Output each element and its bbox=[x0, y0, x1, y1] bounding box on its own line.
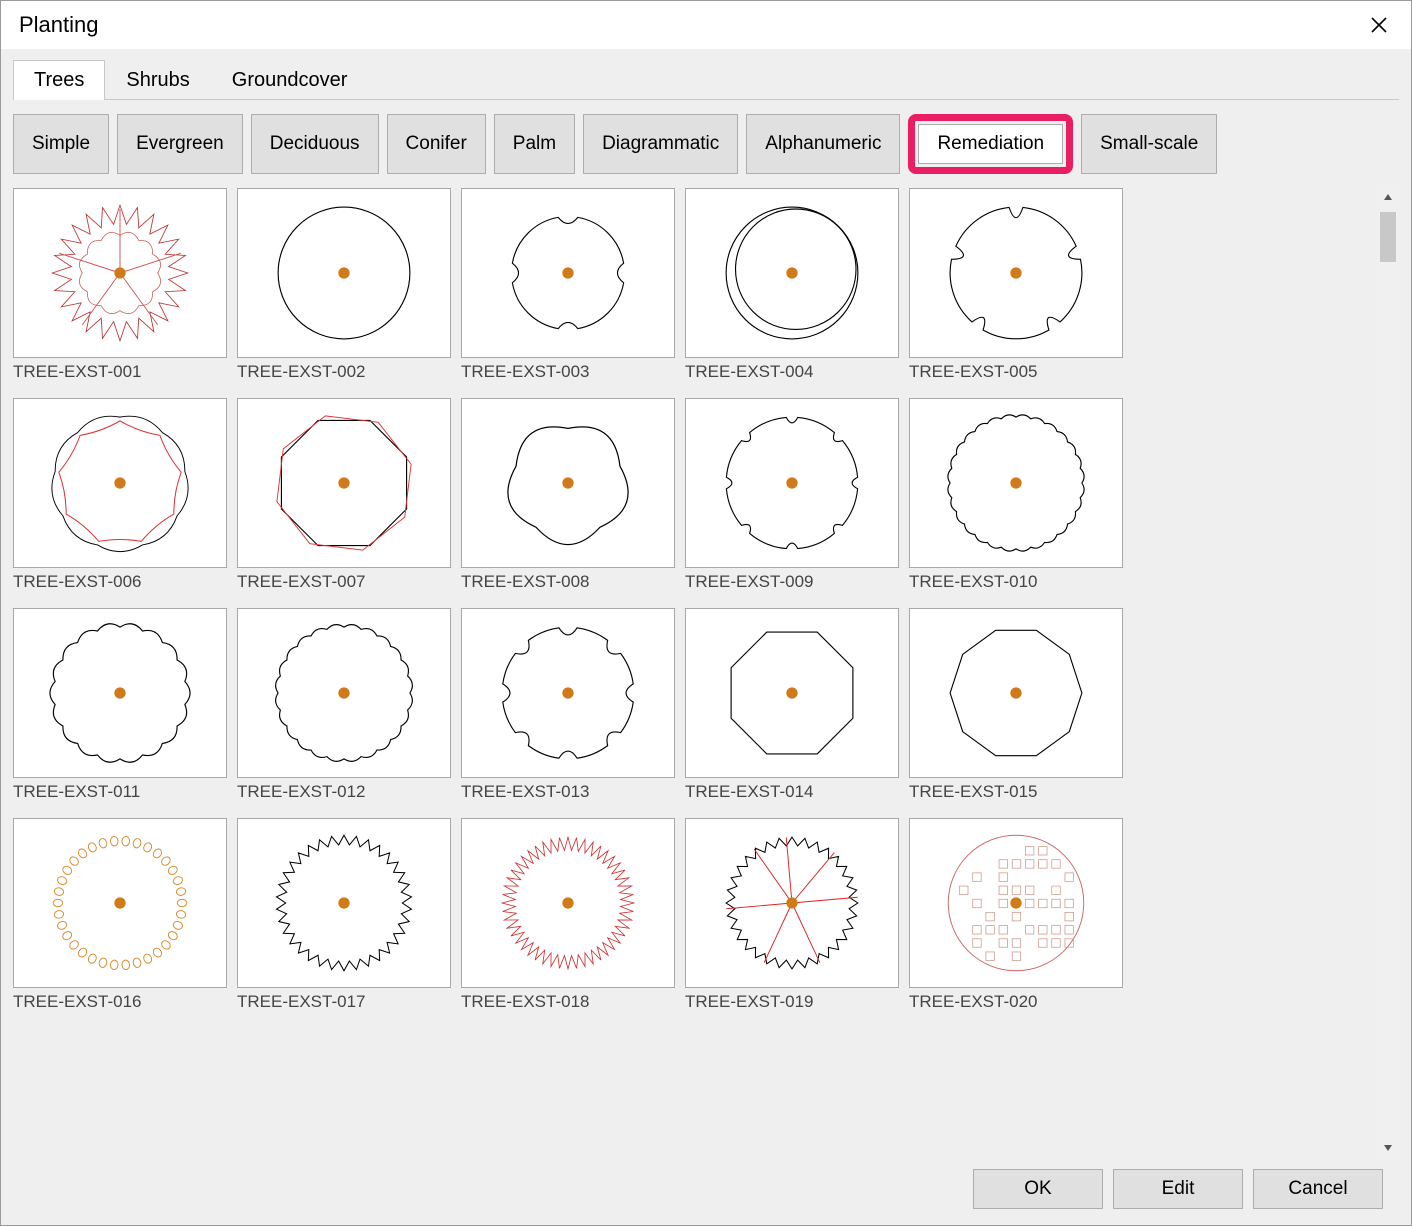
symbol-thumb[interactable] bbox=[461, 398, 675, 568]
symbol-cell: TREE-EXST-020 bbox=[909, 818, 1123, 1022]
symbol-thumb[interactable] bbox=[685, 398, 899, 568]
symbol-thumb[interactable] bbox=[461, 818, 675, 988]
filter-diagrammatic[interactable]: Diagrammatic bbox=[583, 114, 738, 174]
symbol-cell: TREE-EXST-012 bbox=[237, 608, 451, 812]
filter-palm[interactable]: Palm bbox=[494, 114, 575, 174]
symbol-label: TREE-EXST-017 bbox=[237, 988, 451, 1012]
symbol-cell: TREE-EXST-003 bbox=[461, 188, 675, 392]
symbol-cell: TREE-EXST-017 bbox=[237, 818, 451, 1022]
scroll-down-arrow[interactable] bbox=[1377, 1137, 1399, 1159]
symbol-label: TREE-EXST-013 bbox=[461, 778, 675, 802]
symbol-thumb[interactable] bbox=[13, 188, 227, 358]
symbol-thumb[interactable] bbox=[461, 188, 675, 358]
symbol-thumb[interactable] bbox=[13, 608, 227, 778]
symbol-label: TREE-EXST-005 bbox=[909, 358, 1123, 382]
symbol-thumb[interactable] bbox=[237, 608, 451, 778]
symbol-label: TREE-EXST-007 bbox=[237, 568, 451, 592]
symbol-label: TREE-EXST-004 bbox=[685, 358, 899, 382]
title-bar: Planting bbox=[1, 1, 1411, 49]
scrollbar[interactable] bbox=[1377, 186, 1399, 1159]
symbol-cell: TREE-EXST-002 bbox=[237, 188, 451, 392]
symbol-label: TREE-EXST-014 bbox=[685, 778, 899, 802]
symbol-cell: TREE-EXST-010 bbox=[909, 398, 1123, 602]
symbol-cell: TREE-EXST-016 bbox=[13, 818, 227, 1022]
close-button[interactable] bbox=[1361, 11, 1397, 39]
symbol-label: TREE-EXST-018 bbox=[461, 988, 675, 1012]
symbol-cell: TREE-EXST-014 bbox=[685, 608, 899, 812]
tab-shrubs[interactable]: Shrubs bbox=[105, 60, 210, 100]
primary-tab-bar: TreesShrubsGroundcover bbox=[13, 59, 1399, 100]
symbol-cell: TREE-EXST-015 bbox=[909, 608, 1123, 812]
filter-simple[interactable]: Simple bbox=[13, 114, 109, 174]
symbol-label: TREE-EXST-020 bbox=[909, 988, 1123, 1012]
symbol-label: TREE-EXST-008 bbox=[461, 568, 675, 592]
symbol-label: TREE-EXST-012 bbox=[237, 778, 451, 802]
symbol-label: TREE-EXST-006 bbox=[13, 568, 227, 592]
filter-remediation[interactable]: Remediation bbox=[918, 124, 1063, 164]
dialog-content: TreesShrubsGroundcover SimpleEvergreenDe… bbox=[1, 49, 1411, 1225]
symbol-thumb[interactable] bbox=[237, 188, 451, 358]
symbol-cell: TREE-EXST-004 bbox=[685, 188, 899, 392]
symbol-label: TREE-EXST-010 bbox=[909, 568, 1123, 592]
symbol-thumb[interactable] bbox=[461, 608, 675, 778]
symbol-thumb[interactable] bbox=[13, 398, 227, 568]
symbol-label: TREE-EXST-009 bbox=[685, 568, 899, 592]
filter-evergreen[interactable]: Evergreen bbox=[117, 114, 243, 174]
symbol-cell: TREE-EXST-019 bbox=[685, 818, 899, 1022]
dialog-title: Planting bbox=[19, 12, 99, 38]
close-icon bbox=[1369, 15, 1389, 35]
filter-button-row: SimpleEvergreenDeciduousConiferPalmDiagr… bbox=[13, 114, 1399, 174]
filter-deciduous[interactable]: Deciduous bbox=[251, 114, 379, 174]
symbol-label: TREE-EXST-019 bbox=[685, 988, 899, 1012]
symbol-thumb[interactable] bbox=[909, 608, 1123, 778]
planting-dialog: Planting TreesShrubsGroundcover SimpleEv… bbox=[0, 0, 1412, 1226]
edit-button[interactable]: Edit bbox=[1113, 1169, 1243, 1209]
symbol-cell: TREE-EXST-008 bbox=[461, 398, 675, 602]
filter-conifer[interactable]: Conifer bbox=[387, 114, 486, 174]
ok-button[interactable]: OK bbox=[973, 1169, 1103, 1209]
symbol-thumb[interactable] bbox=[13, 818, 227, 988]
symbol-cell: TREE-EXST-007 bbox=[237, 398, 451, 602]
symbol-thumb[interactable] bbox=[909, 188, 1123, 358]
symbol-cell: TREE-EXST-013 bbox=[461, 608, 675, 812]
symbol-cell: TREE-EXST-011 bbox=[13, 608, 227, 812]
symbol-gallery: TREE-EXST-001 TREE-EXST-002 TREE-EXST-003 T… bbox=[13, 186, 1377, 1159]
symbol-thumb[interactable] bbox=[237, 398, 451, 568]
symbol-thumb[interactable] bbox=[237, 818, 451, 988]
symbol-label: TREE-EXST-002 bbox=[237, 358, 451, 382]
symbol-label: TREE-EXST-003 bbox=[461, 358, 675, 382]
highlight-frame: Remediation bbox=[908, 114, 1073, 174]
symbol-thumb[interactable] bbox=[685, 608, 899, 778]
symbol-label: TREE-EXST-015 bbox=[909, 778, 1123, 802]
tab-groundcover[interactable]: Groundcover bbox=[211, 60, 369, 100]
symbol-thumb[interactable] bbox=[685, 818, 899, 988]
filter-small-scale[interactable]: Small-scale bbox=[1081, 114, 1217, 174]
symbol-cell: TREE-EXST-018 bbox=[461, 818, 675, 1022]
symbol-label: TREE-EXST-011 bbox=[13, 778, 227, 802]
tab-trees[interactable]: Trees bbox=[13, 60, 105, 100]
cancel-button[interactable]: Cancel bbox=[1253, 1169, 1383, 1209]
symbol-thumb[interactable] bbox=[909, 398, 1123, 568]
symbol-thumb[interactable] bbox=[909, 818, 1123, 988]
symbol-cell: TREE-EXST-009 bbox=[685, 398, 899, 602]
filter-alphanumeric[interactable]: Alphanumeric bbox=[746, 114, 900, 174]
symbol-label: TREE-EXST-016 bbox=[13, 988, 227, 1012]
symbol-cell: TREE-EXST-006 bbox=[13, 398, 227, 602]
symbol-cell: TREE-EXST-005 bbox=[909, 188, 1123, 392]
symbol-thumb[interactable] bbox=[685, 188, 899, 358]
symbol-cell: TREE-EXST-001 bbox=[13, 188, 227, 392]
gallery-wrap: TREE-EXST-001 TREE-EXST-002 TREE-EXST-003 T… bbox=[13, 186, 1399, 1159]
dialog-footer: OK Edit Cancel bbox=[13, 1169, 1399, 1225]
scroll-up-arrow[interactable] bbox=[1377, 186, 1399, 208]
scroll-thumb[interactable] bbox=[1380, 212, 1396, 262]
symbol-label: TREE-EXST-001 bbox=[13, 358, 227, 382]
